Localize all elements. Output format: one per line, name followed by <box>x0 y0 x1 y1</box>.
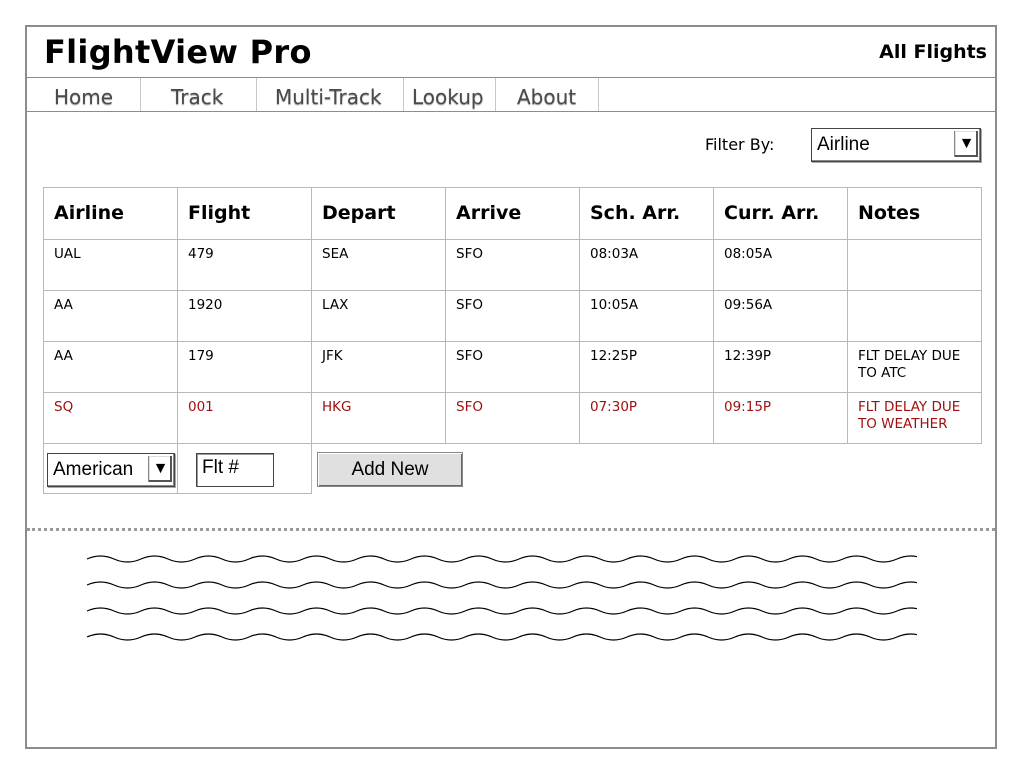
cell-arrive: SFO <box>445 290 580 342</box>
cell-arrive: SFO <box>445 341 580 393</box>
filter-label: Filter By: <box>705 135 775 154</box>
flight-number-input[interactable]: Flt # <box>196 453 274 487</box>
tab-about-label: About <box>517 85 577 109</box>
cell-depart: LAX <box>311 290 446 342</box>
tab-lookup[interactable]: Lookup <box>404 78 496 111</box>
cell-notes: FLT DELAY DUE TO WEATHER <box>847 392 982 444</box>
column-header-arrive: Arrive <box>445 187 580 240</box>
placeholder-line <box>86 555 917 563</box>
cell-airline: AA <box>43 341 178 393</box>
table-row-delayed[interactable]: SQ 001 HKG SFO 07:30P 09:15P FLT DELAY D… <box>43 392 982 444</box>
app-title: FlightView Pro <box>44 33 312 71</box>
cell-depart: JFK <box>311 341 446 393</box>
column-header-airline: Airline <box>43 187 178 240</box>
tab-home[interactable]: Home <box>27 78 141 111</box>
column-header-notes: Notes <box>847 187 982 240</box>
cell-airline: SQ <box>43 392 178 444</box>
cell-airline: UAL <box>43 239 178 291</box>
cell-arrive: SFO <box>445 392 580 444</box>
table-row[interactable]: UAL 479 SEA SFO 08:03A 08:05A <box>43 239 982 291</box>
cell-notes <box>847 290 982 342</box>
chevron-down-icon[interactable]: ▼ <box>954 131 978 157</box>
view-name: All Flights <box>879 41 987 63</box>
add-new-button[interactable]: Add New <box>317 452 463 487</box>
column-header-flight: Flight <box>177 187 312 240</box>
airline-select-value: American <box>53 459 134 480</box>
table-row[interactable]: AA 1920 LAX SFO 10:05A 09:56A <box>43 290 982 342</box>
tab-multi-track[interactable]: Multi-Track <box>257 78 404 111</box>
cell-airline: AA <box>43 290 178 342</box>
cell-flight: 479 <box>177 239 312 291</box>
filter-select-value: Airline <box>817 134 870 155</box>
table-row[interactable]: AA 179 JFK SFO 12:25P 12:39P FLT DELAY D… <box>43 341 982 393</box>
cell-depart: SEA <box>311 239 446 291</box>
filter-select[interactable]: Airline ▼ <box>811 128 981 162</box>
placeholder-line <box>86 633 917 641</box>
cell-curr-arr: 08:05A <box>713 239 848 291</box>
column-header-curr-arr: Curr. Arr. <box>713 187 848 240</box>
column-header-sch-arr: Sch. Arr. <box>579 187 714 240</box>
section-divider <box>27 528 995 531</box>
placeholder-line <box>86 581 917 589</box>
tab-multi-track-label: Multi-Track <box>275 85 382 109</box>
cell-sch-arr: 10:05A <box>579 290 714 342</box>
placeholder-text-lines <box>86 555 917 641</box>
app-window: FlightView Pro All Flights Home Track Mu… <box>25 25 997 749</box>
cell-notes: FLT DELAY DUE TO ATC <box>847 341 982 393</box>
cell-flight: 001 <box>177 392 312 444</box>
cell-arrive: SFO <box>445 239 580 291</box>
flights-table: Airline Flight Depart Arrive Sch. Arr. C… <box>43 187 982 444</box>
tab-home-label: Home <box>54 85 114 109</box>
cell-curr-arr: 09:56A <box>713 290 848 342</box>
tab-track[interactable]: Track <box>141 78 257 111</box>
cell-depart: HKG <box>311 392 446 444</box>
column-header-depart: Depart <box>311 187 446 240</box>
cell-curr-arr: 09:15P <box>713 392 848 444</box>
cell-notes <box>847 239 982 291</box>
cell-sch-arr: 08:03A <box>579 239 714 291</box>
cell-sch-arr: 12:25P <box>579 341 714 393</box>
table-header-row: Airline Flight Depart Arrive Sch. Arr. C… <box>43 187 982 240</box>
cell-flight: 1920 <box>177 290 312 342</box>
chevron-down-icon[interactable]: ▼ <box>148 456 172 482</box>
tab-about[interactable]: About <box>496 78 599 111</box>
tab-lookup-label: Lookup <box>412 85 484 109</box>
placeholder-line <box>86 607 917 615</box>
cell-sch-arr: 07:30P <box>579 392 714 444</box>
nav-bar: Home Track Multi-Track Lookup About <box>27 78 995 112</box>
airline-select[interactable]: American ▼ <box>47 453 175 487</box>
cell-curr-arr: 12:39P <box>713 341 848 393</box>
tab-track-label: Track <box>171 85 224 109</box>
cell-flight: 179 <box>177 341 312 393</box>
